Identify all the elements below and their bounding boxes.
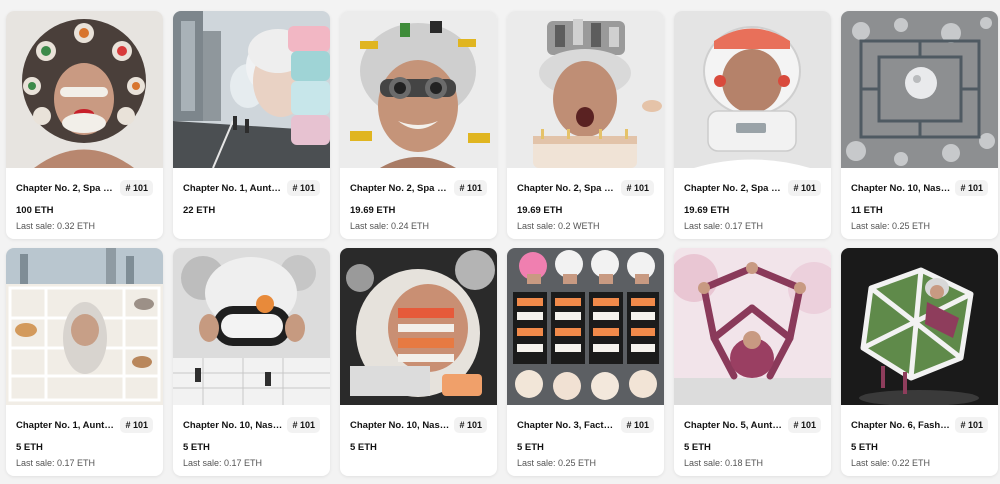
nft-image[interactable] xyxy=(674,11,831,168)
nft-card[interactable]: Chapter No. 2, Spa Me... # 101 19.69 ETH… xyxy=(340,11,497,239)
price: 5 ETH xyxy=(183,442,210,453)
nft-title[interactable]: Chapter No. 10, Nasa #... xyxy=(851,183,951,194)
last-sale: Last sale: 0.17 ETH xyxy=(183,458,263,468)
edition-badge: # 101 xyxy=(788,180,821,196)
nft-title[interactable]: Chapter No. 10, Nasa #... xyxy=(183,420,283,431)
edition-badge: # 101 xyxy=(287,180,320,196)
price: 19.69 ETH xyxy=(350,205,396,216)
edition-badge: # 101 xyxy=(120,180,153,196)
edition-badge: # 101 xyxy=(621,180,654,196)
nft-card[interactable]: Chapter No. 2, Spa Me... # 101 100 ETH L… xyxy=(6,11,163,239)
price: 5 ETH xyxy=(684,442,711,453)
last-sale: Last sale: 0.18 ETH xyxy=(684,458,764,468)
nft-image[interactable] xyxy=(841,11,998,168)
nft-title[interactable]: Chapter No. 1, Auntieci... xyxy=(183,183,283,194)
nft-image[interactable] xyxy=(340,11,497,168)
nft-image[interactable] xyxy=(507,248,664,405)
last-sale: Last sale: 0.22 ETH xyxy=(851,458,931,468)
last-sale: Last sale: 0.17 ETH xyxy=(16,458,96,468)
price: 11 ETH xyxy=(851,205,883,216)
nft-title[interactable]: Chapter No. 2, Spa Me... xyxy=(517,183,617,194)
price: 22 ETH xyxy=(183,205,216,216)
last-sale: Last sale: 0.32 ETH xyxy=(16,221,96,231)
nft-grid: Chapter No. 2, Spa Me... # 101 100 ETH L… xyxy=(0,0,1000,484)
edition-badge: # 101 xyxy=(621,417,654,433)
nft-card[interactable]: Chapter No. 10, Nasa #... # 101 5 ETH La… xyxy=(173,248,330,476)
last-sale: Last sale: 0.2 WETH xyxy=(517,221,600,231)
nft-title[interactable]: Chapter No. 3, Factory... xyxy=(517,420,617,431)
edition-badge: # 101 xyxy=(454,180,487,196)
nft-title[interactable]: Chapter No. 2, Spa Me... xyxy=(16,183,116,194)
nft-title[interactable]: Chapter No. 2, Spa Me... xyxy=(350,183,450,194)
price: 5 ETH xyxy=(851,442,878,453)
nft-title[interactable]: Chapter No. 10, Nasa #... xyxy=(350,420,450,431)
nft-card[interactable]: Chapter No. 5, Aunties... # 101 5 ETH La… xyxy=(674,248,831,476)
edition-badge: # 101 xyxy=(955,417,988,433)
nft-card[interactable]: Chapter No. 2, Spa Me... # 101 19.69 ETH… xyxy=(507,11,664,239)
edition-badge: # 101 xyxy=(120,417,153,433)
price: 19.69 ETH xyxy=(684,205,730,216)
last-sale: Last sale: 0.24 ETH xyxy=(350,221,430,231)
nft-card[interactable]: Chapter No. 3, Factory... # 101 5 ETH La… xyxy=(507,248,664,476)
nft-image[interactable] xyxy=(841,248,998,405)
edition-badge: # 101 xyxy=(454,417,487,433)
nft-image[interactable] xyxy=(674,248,831,405)
last-sale: Last sale: 0.17 ETH xyxy=(684,221,764,231)
nft-image[interactable] xyxy=(173,11,330,168)
nft-card[interactable]: Chapter No. 10, Nasa #... # 101 5 ETH xyxy=(340,248,497,476)
edition-badge: # 101 xyxy=(955,180,988,196)
price: 19.69 ETH xyxy=(517,205,563,216)
nft-title[interactable]: Chapter No. 1, Auntieci... xyxy=(16,420,116,431)
nft-title[interactable]: Chapter No. 2, Spa Me... xyxy=(684,183,784,194)
nft-card[interactable]: Chapter No. 10, Nasa #... # 101 11 ETH L… xyxy=(841,11,998,239)
last-sale: Last sale: 0.25 ETH xyxy=(517,458,597,468)
price: 100 ETH xyxy=(16,205,54,216)
edition-badge: # 101 xyxy=(788,417,821,433)
nft-image[interactable] xyxy=(6,11,163,168)
price: 5 ETH xyxy=(517,442,544,453)
nft-title[interactable]: Chapter No. 6, Fashion... xyxy=(851,420,951,431)
price: 5 ETH xyxy=(350,442,377,453)
last-sale: Last sale: 0.25 ETH xyxy=(851,221,931,231)
price: 5 ETH xyxy=(16,442,43,453)
nft-image[interactable] xyxy=(507,11,664,168)
nft-image[interactable] xyxy=(173,248,330,405)
edition-badge: # 101 xyxy=(287,417,320,433)
nft-image[interactable] xyxy=(6,248,163,405)
nft-card[interactable]: Chapter No. 1, Auntieci... # 101 5 ETH L… xyxy=(6,248,163,476)
nft-title[interactable]: Chapter No. 5, Aunties... xyxy=(684,420,784,431)
nft-image[interactable] xyxy=(340,248,497,405)
nft-card[interactable]: Chapter No. 1, Auntieci... # 101 22 ETH xyxy=(173,11,330,239)
nft-card[interactable]: Chapter No. 2, Spa Me... # 101 19.69 ETH… xyxy=(674,11,831,239)
nft-card[interactable]: Chapter No. 6, Fashion... # 101 5 ETH La… xyxy=(841,248,998,476)
